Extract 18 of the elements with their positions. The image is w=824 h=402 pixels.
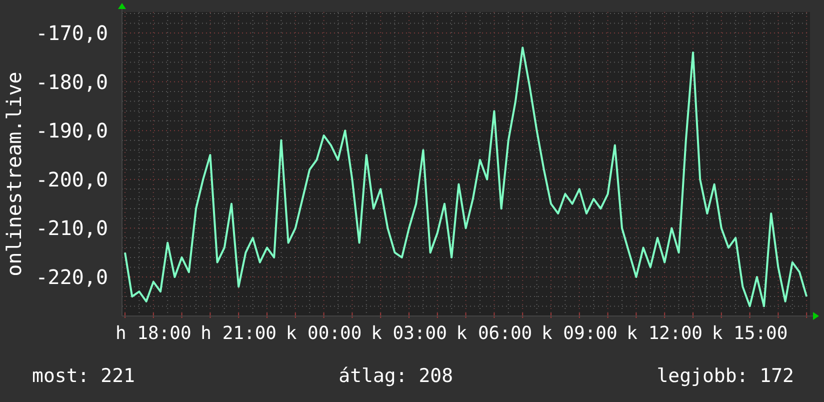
axis-tick-label: k 09:00 [541,323,618,344]
axis-tick-label: -220,0 [36,264,108,289]
stat-text: átlag: 208 [338,365,454,387]
axis-tick-label: -210,0 [36,216,108,240]
axis-tick-label: -180,0 [36,70,108,94]
axis-tick-label: -170,0 [36,20,108,45]
axis-tick-label: -190,0 [36,118,108,143]
axis-title: onlinestream.live [2,72,26,276]
axis-tick-label: -200,0 [36,167,108,192]
stat-text: legjobb: 172 [656,365,794,387]
axis-tick-label: k 00:00 [286,323,362,344]
axis-tick-label: k 15:00 [712,323,788,344]
axis-tick-label: k 03:00 [371,323,447,344]
axis-tick-label: h 18:00 [115,323,192,344]
stat-text: most: 221 [32,365,135,387]
axis-tick-label: h 21:00 [200,323,277,344]
axis-tick-label: k 06:00 [456,323,532,344]
axis-tick-label: k 12:00 [626,323,703,344]
